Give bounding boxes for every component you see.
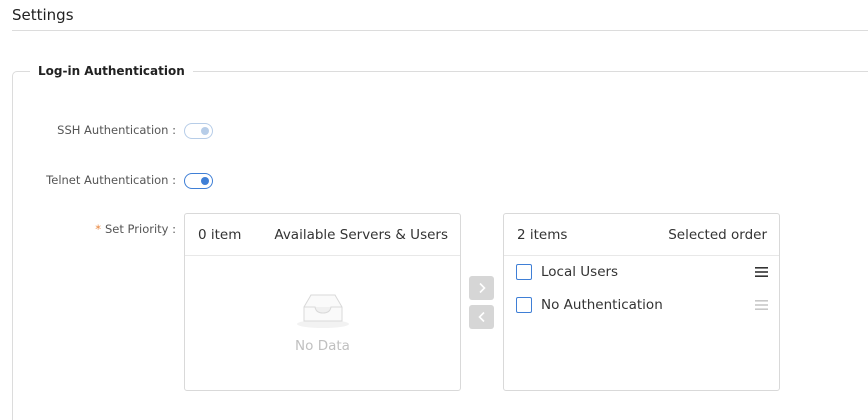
empty-text: No Data [295,338,350,354]
selected-list-header: 2 items Selected order [504,214,779,256]
list-item-local-users[interactable]: Local Users [516,264,768,280]
selected-title: Selected order [668,226,767,243]
list-item-label: Local Users [541,264,619,280]
ssh-authentication-label: SSH Authentication : [57,123,176,137]
title-divider [12,30,868,31]
toggle-knob [201,127,209,135]
move-right-button[interactable] [469,276,494,300]
set-priority-label: * Set Priority : [95,222,176,236]
available-list-header: 0 item Available Servers & Users [185,214,460,256]
toggle-knob [201,177,209,185]
selected-list-panel: 2 items Selected order Local Users No Au… [503,213,780,391]
ssh-authentication-toggle[interactable] [184,123,213,139]
telnet-authentication-label: Telnet Authentication : [46,173,176,187]
available-title: Available Servers & Users [274,226,448,243]
telnet-authentication-toggle[interactable] [184,173,213,189]
available-count: 0 item [198,226,242,243]
set-priority-text: Set Priority : [105,222,176,236]
move-left-button[interactable] [469,305,494,329]
local-users-checkbox[interactable] [516,264,532,280]
chevron-left-icon [477,311,485,323]
available-list-panel: 0 item Available Servers & Users No Data [184,213,461,391]
selected-count: 2 items [517,226,568,243]
drag-handle-icon[interactable] [755,266,768,278]
no-authentication-checkbox[interactable] [516,297,532,313]
section-legend: Log-in Authentication [30,64,193,78]
drag-handle-icon[interactable] [755,299,768,311]
list-item-label: No Authentication [541,297,663,313]
page-title: Settings [12,6,74,24]
required-mark: * [95,222,101,236]
empty-inbox-icon [297,294,349,328]
list-item-no-authentication[interactable]: No Authentication [516,297,768,313]
chevron-right-icon [478,282,486,294]
